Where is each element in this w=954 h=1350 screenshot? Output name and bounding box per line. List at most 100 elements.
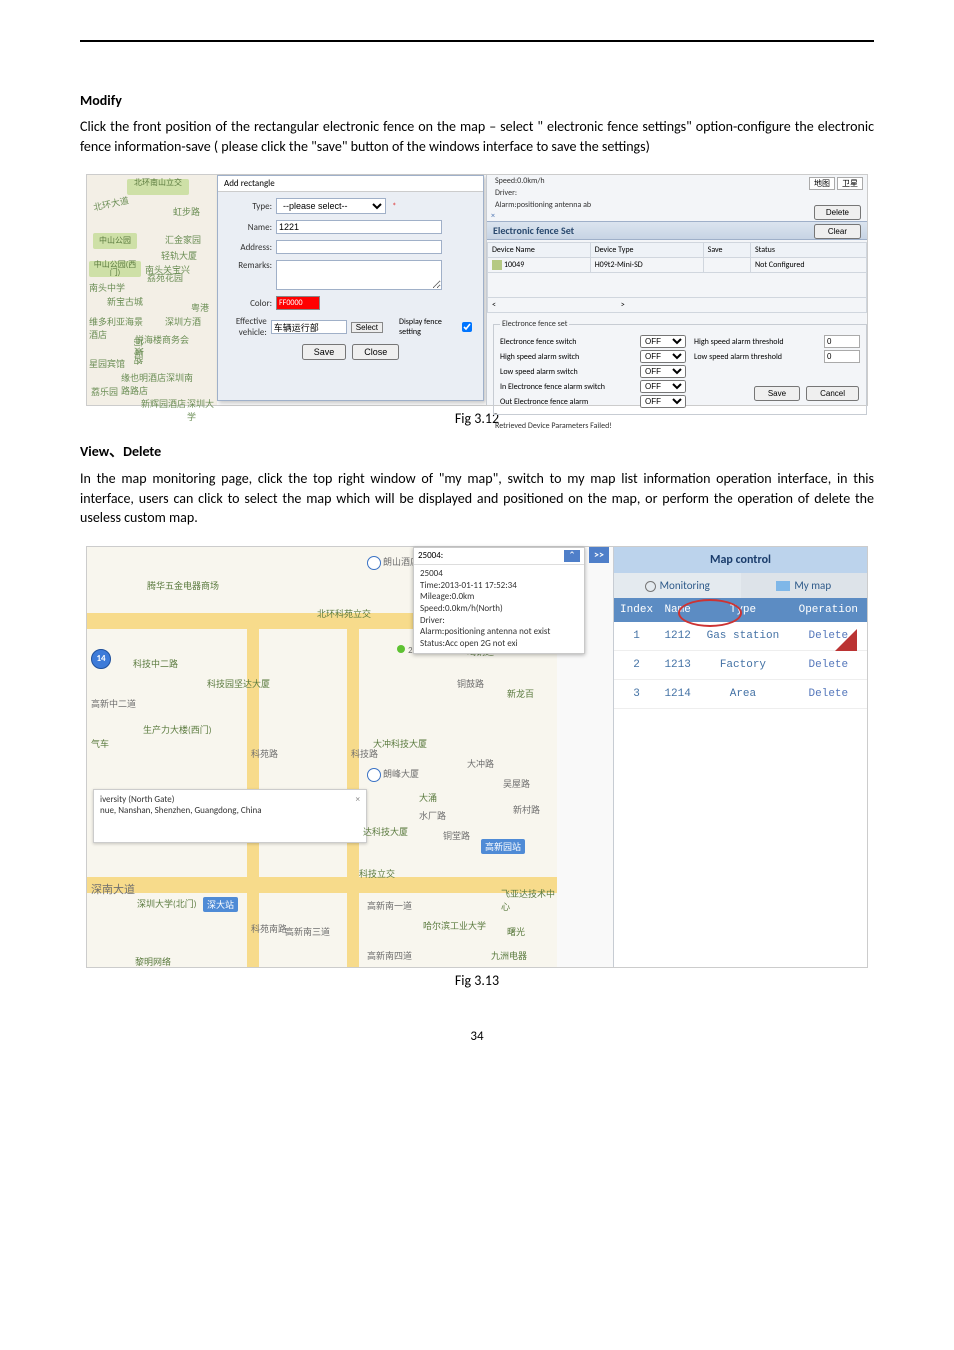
- poi: 深圳方酒: [165, 315, 205, 328]
- close-icon[interactable]: ×: [356, 794, 360, 805]
- type-select[interactable]: --please select--: [276, 198, 386, 214]
- low-thresh-label: Low speed alarm threshold: [694, 352, 824, 362]
- metro-station: 深大站: [203, 897, 238, 912]
- status-driver: Driver:: [491, 187, 595, 199]
- low-thresh-input[interactable]: [824, 350, 860, 363]
- cell-type: Factory: [696, 650, 789, 679]
- gps-dot-icon: [397, 645, 405, 653]
- th-device-name: Device Name: [488, 243, 591, 258]
- section-modify-heading: Modify: [80, 92, 874, 109]
- poi: 深圳大学: [187, 397, 217, 423]
- poi: 荔乐园: [91, 385, 118, 398]
- popup-dev: 25004: [420, 568, 578, 580]
- color-chip[interactable]: FF0000: [276, 296, 320, 310]
- remarks-label: Remarks:: [226, 260, 276, 271]
- address-input[interactable]: [276, 240, 442, 254]
- section-modify-paragraph: Click the front position of the rectangu…: [80, 117, 874, 156]
- poi: 新龙百: [507, 687, 534, 700]
- road-label: 铜鼓路: [457, 677, 484, 690]
- delete-link[interactable]: Delete: [790, 679, 867, 708]
- poi: 达科技大厦: [363, 825, 408, 838]
- road-label: 深南大道: [91, 881, 135, 897]
- high-thresh-label: High speed alarm threshold: [694, 337, 824, 347]
- tab-map[interactable]: 地图: [809, 177, 835, 190]
- delete-button[interactable]: Delete: [814, 205, 861, 220]
- poi: 大涌: [419, 791, 437, 804]
- th-device-type: Device Type: [590, 243, 703, 258]
- annotation-triangle: [835, 629, 857, 651]
- low-speed-select[interactable]: OFF: [640, 365, 686, 378]
- poi: 曙光: [507, 925, 525, 938]
- table-row[interactable]: 1 1212 Gas station Delete: [614, 622, 867, 651]
- remarks-textarea[interactable]: [276, 260, 442, 290]
- cell-type: Area: [696, 679, 789, 708]
- tab-monitoring[interactable]: Monitoring: [614, 573, 741, 598]
- device-table: Device Name Device Type Save Status 1004…: [487, 242, 867, 313]
- cell-index: 3: [614, 679, 659, 708]
- section-view-delete-heading: View、Delete: [80, 441, 874, 461]
- tab-label: Monitoring: [660, 579, 710, 592]
- section-view-delete-paragraph: In the map monitoring page, click the to…: [80, 469, 874, 528]
- expand-panel-button[interactable]: >>: [589, 547, 609, 563]
- cell-name: 1214: [659, 679, 696, 708]
- fig-3-13-caption: Fig 3.13: [80, 972, 874, 989]
- annotation-ellipse: [678, 599, 742, 627]
- cell-name: 1213: [659, 650, 696, 679]
- effective-vehicle-label: Effective vehicle:: [226, 316, 271, 338]
- high-thresh-input[interactable]: [824, 335, 860, 348]
- in-fence-select[interactable]: OFF: [640, 380, 686, 393]
- name-input[interactable]: [276, 220, 442, 234]
- section-title: Electronic fence Set: [487, 221, 867, 240]
- poi: 汇金家园: [165, 233, 201, 246]
- road-shennan: [87, 877, 557, 893]
- popup-close-button[interactable]: Close: [352, 344, 399, 360]
- page-number: 34: [80, 1029, 874, 1044]
- in-fence-label: In Electronce fence alarm switch: [500, 382, 640, 392]
- add-rectangle-popup: Add rectangle Type: --please select-- * …: [217, 175, 484, 401]
- poi: 新辉园酒店: [141, 397, 186, 410]
- out-fence-select[interactable]: OFF: [640, 395, 686, 408]
- effective-vehicle-input[interactable]: [271, 320, 347, 334]
- road-label: 北环大道: [92, 194, 130, 214]
- retrieve-status: Retrieved Device Parameters Failed!: [487, 417, 867, 435]
- lane-label: 高新南四道: [367, 949, 412, 962]
- select-vehicle-button[interactable]: Select: [351, 322, 383, 333]
- lane-label: 高新南一道: [367, 899, 412, 912]
- marker-14[interactable]: 14: [91, 649, 111, 669]
- popup-save-button[interactable]: Save: [302, 344, 347, 360]
- popup-mileage: Mileage:0.0km: [420, 591, 578, 603]
- tab-satellite[interactable]: 卫星: [837, 177, 863, 190]
- minimize-icon[interactable]: ⌃: [564, 550, 580, 562]
- panel-cancel-button[interactable]: Cancel: [806, 386, 859, 401]
- tab-my-map[interactable]: My map: [741, 573, 868, 598]
- fence-switch-select[interactable]: OFF: [640, 335, 686, 348]
- poi: 粤港: [191, 301, 209, 314]
- fence-legend: Electronce fence set: [500, 319, 569, 329]
- table-row[interactable]: 3 1214 Area Delete: [614, 679, 867, 708]
- th-index: Index: [614, 598, 659, 622]
- poi: 气车: [91, 737, 109, 750]
- clear-button[interactable]: Clear: [814, 224, 861, 239]
- poi: 科技立交: [359, 867, 395, 880]
- device-icon: [492, 260, 502, 270]
- popup-status: Status:Acc open 2G not exi: [420, 638, 578, 650]
- close-icon[interactable]: ×: [487, 211, 867, 221]
- popup-id: 25004:: [418, 550, 443, 561]
- panel-save-button[interactable]: Save: [754, 386, 800, 401]
- poi: 荔苑花园: [147, 271, 183, 284]
- display-fence-checkbox[interactable]: [462, 322, 472, 332]
- table-row[interactable]: 2 1213 Factory Delete: [614, 650, 867, 679]
- table-row[interactable]: 10049 H09t2-Mini-SD Not Configured: [488, 258, 867, 273]
- map-control-title: Map control: [614, 547, 867, 573]
- metro-station: 高新园站: [481, 839, 525, 854]
- popup-driver: Driver:: [420, 615, 578, 627]
- high-speed-select[interactable]: OFF: [640, 350, 686, 363]
- poi: 九洲电器: [491, 949, 527, 962]
- address-label: Address:: [226, 242, 276, 253]
- delete-link[interactable]: Delete: [790, 650, 867, 679]
- low-speed-label: Low speed alarm switch: [500, 367, 640, 377]
- device-info-popup: 25004: ⌃ 25004 Time:2013-01-11 17:52:34 …: [413, 547, 585, 654]
- bus-stop: 朗峰大厦: [367, 767, 419, 782]
- cell-save: [703, 258, 750, 273]
- figure-3-13: 地图 卫星 朗山酒店 腾华五金电器商场 北环科苑立交 高新中二道 科技中二路 科…: [86, 546, 868, 968]
